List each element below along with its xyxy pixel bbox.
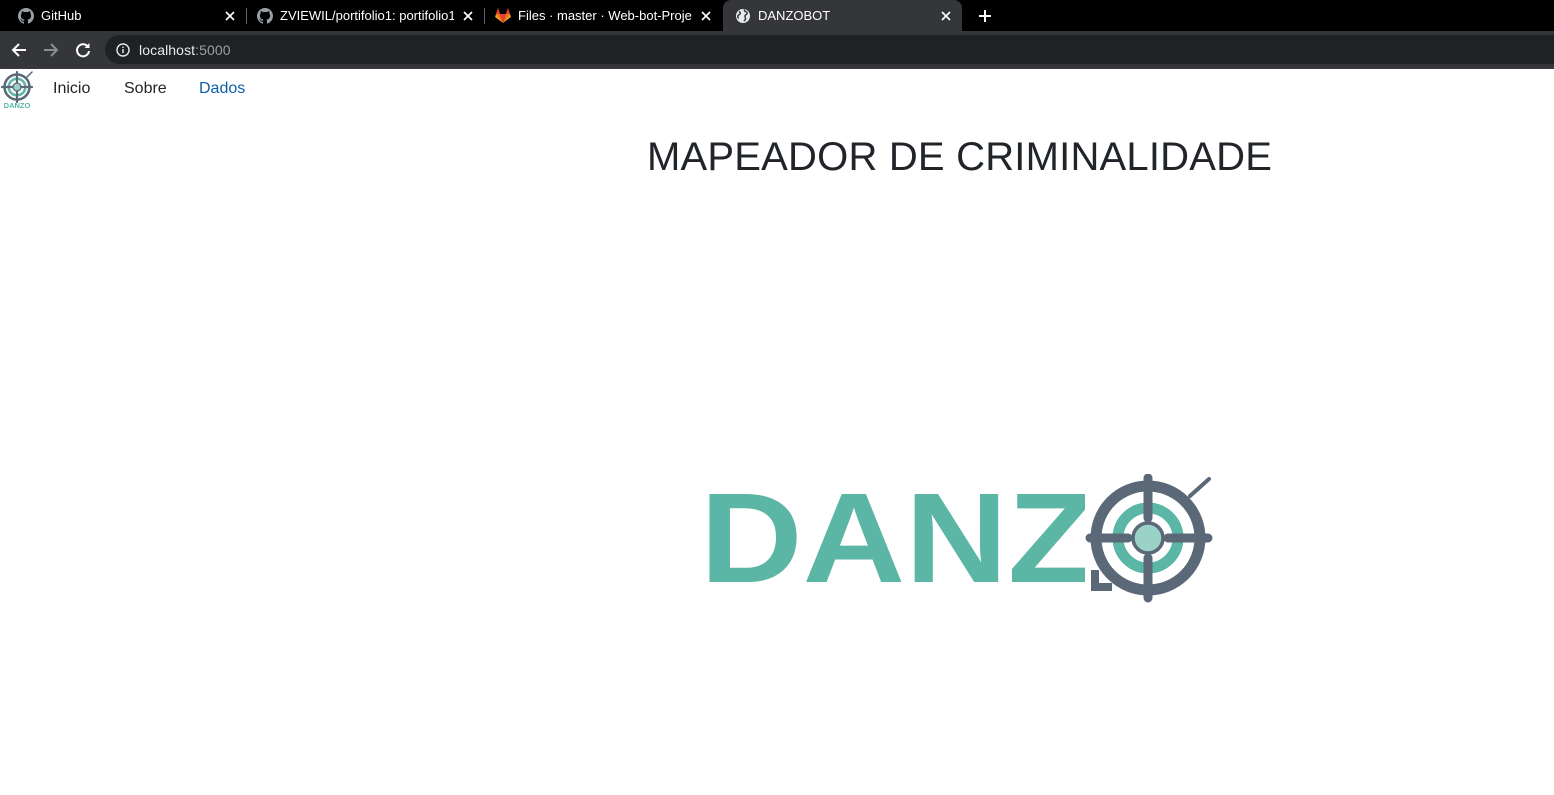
arrow-left-icon xyxy=(11,43,26,57)
close-tab-icon[interactable] xyxy=(222,8,238,24)
tab-title: GitHub xyxy=(41,8,82,23)
browser-tab-strip: GitHub ZVIEWIL/portifolio1: portifolio1 xyxy=(0,0,1554,31)
page-title: MAPEADOR DE CRIMINALIDADE xyxy=(647,135,1273,179)
arrow-right-icon xyxy=(44,43,59,57)
close-tab-icon[interactable] xyxy=(698,8,714,24)
site-info-icon[interactable] xyxy=(115,42,131,58)
nav-link-dados[interactable]: Dados xyxy=(199,80,245,98)
forward-button[interactable] xyxy=(37,36,65,64)
danzo-nav-logo[interactable]: DANZO xyxy=(1,71,34,109)
close-tab-icon[interactable] xyxy=(938,8,954,24)
tab-github[interactable]: GitHub xyxy=(0,0,246,31)
address-port: :5000 xyxy=(195,41,231,58)
github-icon xyxy=(18,7,34,24)
nav-link-inicio[interactable]: Inicio xyxy=(53,80,90,98)
reload-button[interactable] xyxy=(69,36,97,64)
danzo-logo: DANZO xyxy=(700,474,1220,604)
tab-title: ZVIEWIL/portifolio1: portifolio1 xyxy=(280,8,454,23)
back-button[interactable] xyxy=(5,36,33,64)
site-navbar: DANZO Inicio Sobre Dados xyxy=(0,69,1554,111)
address-bar[interactable]: localhost:5000 xyxy=(105,35,1554,64)
tab-title: Files · master · Web-bot-Project / xyxy=(518,8,692,23)
tab-title: DANZOBOT xyxy=(758,8,831,23)
browser-toolbar: localhost:5000 xyxy=(0,31,1554,68)
reload-icon xyxy=(76,43,90,58)
nav-link-sobre[interactable]: Sobre xyxy=(124,80,167,98)
nav-logo-text: DANZO xyxy=(4,101,31,109)
web-page: DANZO Inicio Sobre Dados MAPEADOR DE CRI… xyxy=(0,69,1554,795)
address-url: localhost:5000 xyxy=(139,42,231,58)
new-tab-button[interactable] xyxy=(974,5,996,27)
address-host: localhost xyxy=(139,41,196,58)
tab-gitlab-files[interactable]: Files · master · Web-bot-Project / xyxy=(485,0,722,31)
plus-icon xyxy=(979,10,991,22)
crosshair-icon xyxy=(1085,474,1220,603)
github-icon xyxy=(257,7,273,24)
globe-icon xyxy=(735,8,751,24)
tab-portifolio[interactable]: ZVIEWIL/portifolio1: portifolio1 xyxy=(247,0,484,31)
tab-danzobot[interactable]: DANZOBOT xyxy=(723,0,962,31)
close-tab-icon[interactable] xyxy=(460,8,476,24)
gitlab-icon xyxy=(495,7,511,24)
